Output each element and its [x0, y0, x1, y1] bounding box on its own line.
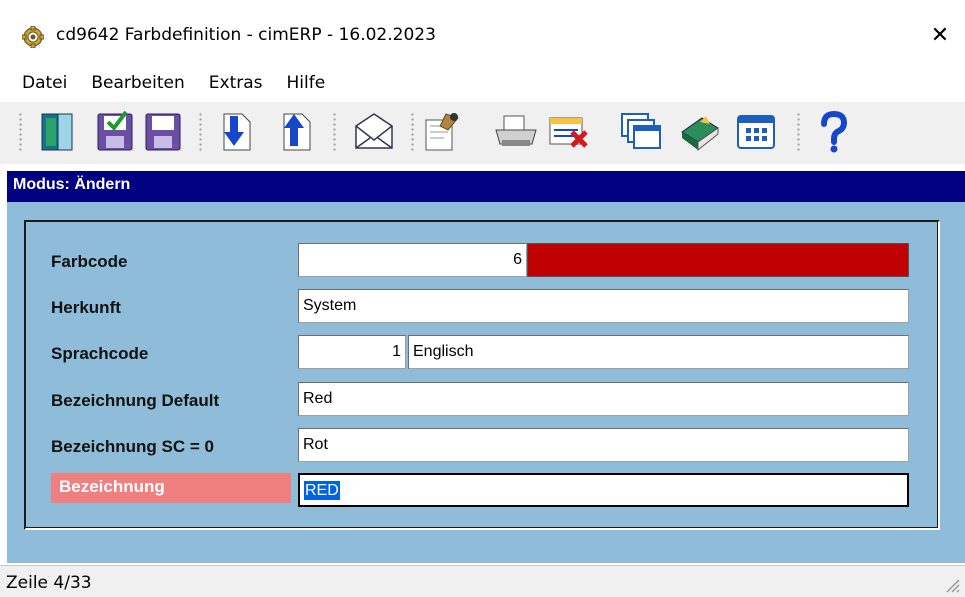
save-icon[interactable] — [142, 108, 186, 154]
printer-icon[interactable] — [494, 108, 538, 154]
gear-icon — [22, 26, 44, 48]
label-bezeichnung: Bezeichnung — [51, 473, 291, 503]
toolbar-separator — [796, 112, 801, 152]
farbcode-field[interactable]: 6 — [298, 243, 527, 277]
edit-document-icon[interactable] — [420, 108, 464, 154]
label-herkunft: Herkunft — [51, 298, 121, 317]
windows-icon[interactable] — [620, 108, 664, 154]
toolbar-separator — [332, 112, 337, 152]
delete-record-icon[interactable] — [548, 108, 592, 154]
toolbar — [0, 102, 965, 164]
exit-door-icon[interactable] — [36, 108, 80, 154]
menu-bearbeiten[interactable]: Bearbeiten — [67, 73, 184, 93]
status-text: Zeile 4/33 — [6, 573, 92, 593]
background-window-strip — [0, 0, 965, 15]
toolbar-separator — [410, 112, 415, 152]
calendar-icon[interactable] — [734, 108, 778, 154]
arrow-down-icon[interactable] — [214, 108, 258, 154]
sprache-name-field: Englisch — [408, 335, 909, 369]
label-bezeichnung-sc0: Bezeichnung SC = 0 — [51, 437, 214, 456]
bezeichnung-sc0-field[interactable]: Rot — [298, 428, 909, 462]
menu-datei[interactable]: Datei — [0, 73, 67, 93]
menu-extras[interactable]: Extras — [185, 73, 263, 93]
label-bezeichnung-default: Bezeichnung Default — [51, 391, 220, 410]
label-sprachcode: Sprachcode — [51, 344, 149, 363]
book-icon[interactable] — [678, 108, 722, 154]
herkunft-field[interactable]: System — [298, 289, 909, 323]
status-bar: Zeile 4/33 — [0, 565, 965, 597]
title-bar: cd9642 Farbdefinition - cimERP - 16.02.2… — [0, 15, 965, 59]
save-check-icon[interactable] — [94, 108, 138, 154]
mail-icon[interactable] — [352, 108, 396, 154]
label-farbcode: Farbcode — [51, 252, 128, 271]
sprachcode-field[interactable]: 1 — [298, 335, 406, 369]
bezeichnung-field[interactable]: RED — [298, 473, 909, 507]
help-icon[interactable] — [812, 108, 856, 154]
close-icon[interactable]: ✕ — [925, 21, 955, 51]
toolbar-separator — [18, 112, 23, 152]
window-title: cd9642 Farbdefinition - cimERP - 16.02.2… — [56, 25, 436, 45]
toolbar-separator — [198, 112, 203, 152]
menu-bar: Datei Bearbeiten Extras Hilfe — [0, 66, 965, 100]
bezeichnung-default-field[interactable]: Red — [298, 382, 909, 416]
color-swatch — [527, 243, 909, 277]
resize-grip-icon[interactable] — [943, 576, 961, 594]
bezeichnung-selected-text: RED — [304, 481, 340, 500]
arrow-up-icon[interactable] — [274, 108, 318, 154]
menu-hilfe[interactable]: Hilfe — [263, 73, 326, 93]
mode-bar: Modus: Ändern — [7, 171, 965, 202]
form-area: Farbcode 6 Herkunft System Sprachcode 1 … — [7, 202, 965, 563]
